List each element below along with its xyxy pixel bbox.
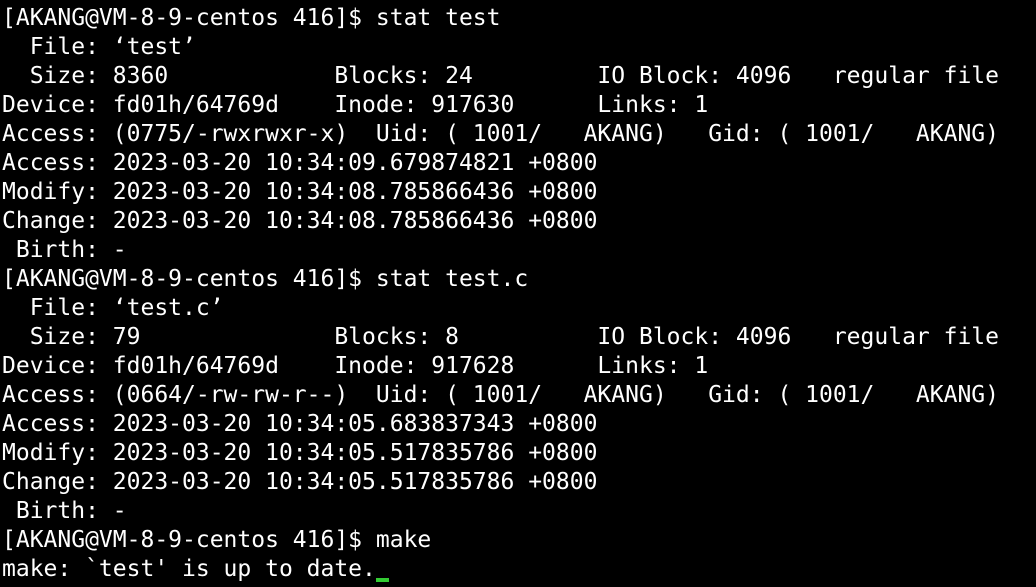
terminal-window[interactable]: [AKANG@VM-8-9-centos 416]$ stat test Fil… [0, 0, 1036, 587]
terminal-cursor [375, 578, 389, 582]
stat-access-time-line: Access: 2023-03-20 10:34:05.683837343 +0… [2, 411, 598, 437]
stat-change-time-line: Change: 2023-03-20 10:34:05.517835786 +0… [2, 469, 598, 495]
stat-device-line: Device: fd01h/64769d Inode: 917630 Links… [2, 92, 709, 118]
prompt-line: [AKANG@VM-8-9-centos 416]$ make [2, 527, 432, 553]
stat-birth-line: Birth: - [2, 498, 127, 524]
stat-file-line: File: ‘test’ [2, 34, 196, 60]
make-output-text: make: `test' is up to date. [2, 556, 376, 582]
stat-access-perm-line: Access: (0664/-rw-rw-r--) Uid: ( 1001/ A… [2, 382, 999, 408]
stat-device-line: Device: fd01h/64769d Inode: 917628 Links… [2, 353, 709, 379]
prompt-line: [AKANG@VM-8-9-centos 416]$ stat test [2, 5, 501, 31]
stat-size-line: Size: 8360 Blocks: 24 IO Block: 4096 reg… [2, 63, 999, 89]
stat-modify-time-line: Modify: 2023-03-20 10:34:08.785866436 +0… [2, 179, 598, 205]
stat-birth-line: Birth: - [2, 237, 127, 263]
stat-size-line: Size: 79 Blocks: 8 IO Block: 4096 regula… [2, 324, 999, 350]
stat-access-time-line: Access: 2023-03-20 10:34:09.679874821 +0… [2, 150, 598, 176]
stat-access-perm-line: Access: (0775/-rwxrwxr-x) Uid: ( 1001/ A… [2, 121, 999, 147]
stat-change-time-line: Change: 2023-03-20 10:34:08.785866436 +0… [2, 208, 598, 234]
make-output-line: make: `test' is up to date. [2, 555, 1036, 584]
prompt-line: [AKANG@VM-8-9-centos 416]$ stat test.c [2, 266, 529, 292]
stat-file-line: File: ‘test.c’ [2, 295, 224, 321]
stat-modify-time-line: Modify: 2023-03-20 10:34:05.517835786 +0… [2, 440, 598, 466]
